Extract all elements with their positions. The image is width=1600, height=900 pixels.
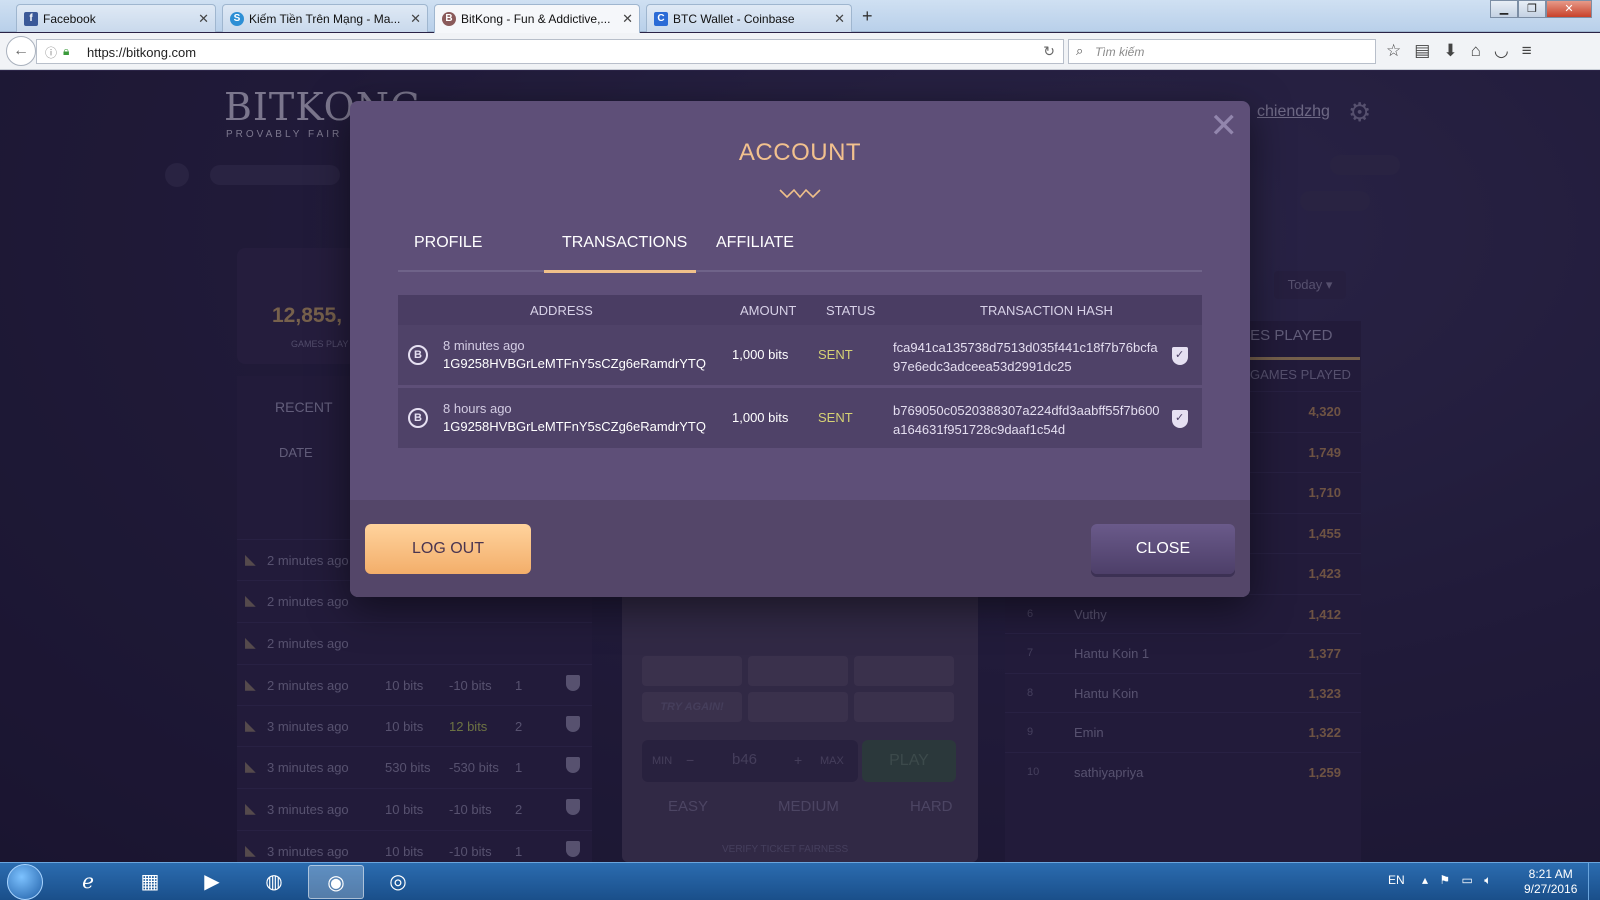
tray-expand-icon[interactable]: ▴	[1422, 873, 1428, 887]
modal-title: ACCOUNT	[738, 139, 862, 166]
active-tab-underline	[544, 270, 696, 273]
network-icon[interactable]: ▭	[1462, 873, 1473, 887]
volume-icon[interactable]: 🔈︎	[1484, 873, 1491, 887]
bitcoin-withdraw-icon: B	[408, 345, 428, 365]
system-tray: EN ▴ ⚑ ▭ 🔈︎	[1388, 873, 1491, 888]
coinbase-favicon-icon: C	[654, 12, 668, 26]
bookmark-star-icon[interactable]: ☆	[1386, 41, 1401, 61]
close-tab-icon[interactable]: ✕	[410, 11, 421, 27]
file-explorer-icon[interactable]: ▦	[122, 865, 178, 899]
site-favicon-icon: S	[230, 12, 244, 26]
verified-shield-icon[interactable]	[1172, 410, 1188, 428]
transaction-status: SENT	[818, 410, 853, 425]
amount-column-header: AMOUNT	[740, 303, 797, 318]
transaction-address: 1G9258HVBGrLeMTFnY5sCZg6eRamdrYTQ	[443, 419, 706, 434]
action-center-icon[interactable]: ⚑	[1439, 873, 1450, 887]
chrome-icon[interactable]: ◎	[370, 865, 426, 899]
download-icon[interactable]: ⬇	[1443, 41, 1457, 61]
windows-taskbar: ℯ ▦ ▶ ◍ ◉ ◎ EN ▴ ⚑ ▭ 🔈︎ 8:21 AM 9/27/201…	[0, 862, 1600, 900]
browser-navbar: ← ⓘ 🔒︎ https://bitkong.com ↻ ⌕ Tìm kiếm …	[0, 33, 1600, 70]
hash-column-header: TRANSACTION HASH	[980, 303, 1113, 318]
restore-icon[interactable]: ❐	[1518, 0, 1546, 18]
url-text: https://bitkong.com	[87, 45, 197, 60]
url-bar[interactable]: ⓘ 🔒︎ https://bitkong.com ↻	[36, 39, 1064, 64]
close-tab-icon[interactable]: ✕	[622, 11, 633, 27]
clock-time: 8:21 AM	[1528, 867, 1573, 881]
menu-icon[interactable]: ≡	[1522, 41, 1532, 61]
close-tab-icon[interactable]: ✕	[198, 11, 209, 27]
transaction-amount: 1,000 bits	[732, 410, 789, 425]
firefox-icon[interactable]: ◉	[308, 865, 364, 899]
tab-title: Facebook	[43, 12, 96, 26]
new-tab-icon[interactable]: +	[862, 6, 873, 27]
account-modal: ✕ ACCOUNT PROFILE TRANSACTIONS AFFILIATE…	[350, 101, 1250, 597]
transaction-hash: b769050c0520388307a224dfd3aabff55f7b600a…	[893, 403, 1160, 437]
language-indicator[interactable]: EN	[1388, 873, 1405, 887]
transaction-row: B 8 minutes ago 1G9258HVBGrLeMTFnY5sCZg6…	[398, 325, 1202, 387]
tab-affiliate[interactable]: AFFILIATE	[716, 234, 794, 252]
transaction-address: 1G9258HVBGrLeMTFnY5sCZg6eRamdrYTQ	[443, 356, 706, 371]
status-column-header: STATUS	[826, 303, 876, 318]
browser-tab-coinbase[interactable]: C BTC Wallet - Coinbase ✕	[646, 4, 852, 32]
app-launcher-icon[interactable]: ◍	[246, 865, 302, 899]
back-arrow-icon[interactable]: ←	[6, 36, 36, 66]
minimize-icon[interactable]: ▁	[1490, 0, 1518, 18]
bitcoin-withdraw-icon: B	[408, 408, 428, 428]
transaction-row: B 8 hours ago 1G9258HVBGrLeMTFnY5sCZg6eR…	[398, 388, 1202, 450]
browser-toolbar-icons: ☆ ▤ ⬇ ⌂ ◡ ≡	[1386, 41, 1532, 61]
transaction-amount: 1,000 bits	[732, 347, 789, 362]
tab-profile[interactable]: PROFILE	[414, 234, 482, 252]
show-desktop-button[interactable]	[1588, 863, 1600, 900]
close-tab-icon[interactable]: ✕	[834, 11, 845, 27]
browser-tab-facebook[interactable]: f Facebook ✕	[16, 4, 216, 32]
browser-tab-bitkong[interactable]: B BitKong - Fun & Addictive,... ✕	[434, 4, 640, 33]
verified-shield-icon[interactable]	[1172, 347, 1188, 365]
clock-date: 9/27/2016	[1524, 882, 1578, 896]
system-clock[interactable]: 8:21 AM 9/27/2016	[1524, 867, 1577, 897]
media-player-icon[interactable]: ▶	[184, 865, 240, 899]
reading-list-icon[interactable]: ▤	[1414, 41, 1430, 61]
transaction-status: SENT	[818, 347, 853, 362]
reload-icon[interactable]: ↻	[1043, 43, 1055, 60]
tab-title: BTC Wallet - Coinbase	[673, 12, 795, 26]
transaction-hash: fca941ca135738d7513d035f441c18f7b76bcfa9…	[893, 340, 1158, 374]
transaction-time: 8 minutes ago	[443, 338, 525, 353]
logout-button[interactable]: LOG OUT	[365, 524, 531, 574]
bitkong-favicon-icon: B	[442, 12, 456, 26]
modal-close-icon[interactable]: ✕	[1210, 109, 1239, 143]
search-placeholder: Tìm kiếm	[1095, 45, 1145, 59]
address-column-header: ADDRESS	[530, 303, 593, 318]
close-button[interactable]: CLOSE	[1091, 524, 1235, 574]
tab-transactions[interactable]: TRANSACTIONS	[562, 234, 687, 252]
lock-icon: 🔒︎	[63, 44, 70, 58]
info-icon[interactable]: ⓘ	[45, 44, 57, 61]
transaction-time: 8 hours ago	[443, 401, 512, 416]
transactions-table-header: ADDRESS AMOUNT STATUS TRANSACTION HASH	[398, 295, 1202, 325]
window-close-icon[interactable]: ✕	[1546, 0, 1592, 18]
search-icon: ⌕	[1076, 43, 1084, 58]
window-controls: ▁ ❐ ✕	[1490, 0, 1592, 18]
modal-footer: LOG OUT CLOSE	[350, 500, 1250, 597]
pocket-icon[interactable]: ◡	[1494, 41, 1509, 61]
decorative-squiggle-icon	[779, 188, 821, 199]
search-input[interactable]: ⌕ Tìm kiếm	[1068, 39, 1376, 64]
tab-title: Kiếm Tiền Trên Mạng - Ma...	[249, 12, 401, 26]
account-tabs: PROFILE TRANSACTIONS AFFILIATE	[398, 224, 1202, 273]
internet-explorer-icon[interactable]: ℯ	[60, 865, 116, 899]
tab-title: BitKong - Fun & Addictive,...	[461, 12, 611, 26]
windows-start-icon[interactable]	[7, 864, 43, 900]
facebook-favicon-icon: f	[24, 12, 38, 26]
browser-tabbar: f Facebook ✕ S Kiếm Tiền Trên Mạng - Ma.…	[0, 0, 1600, 33]
browser-tab-kiem-tien[interactable]: S Kiếm Tiền Trên Mạng - Ma... ✕	[222, 4, 428, 32]
home-icon[interactable]: ⌂	[1471, 41, 1481, 61]
